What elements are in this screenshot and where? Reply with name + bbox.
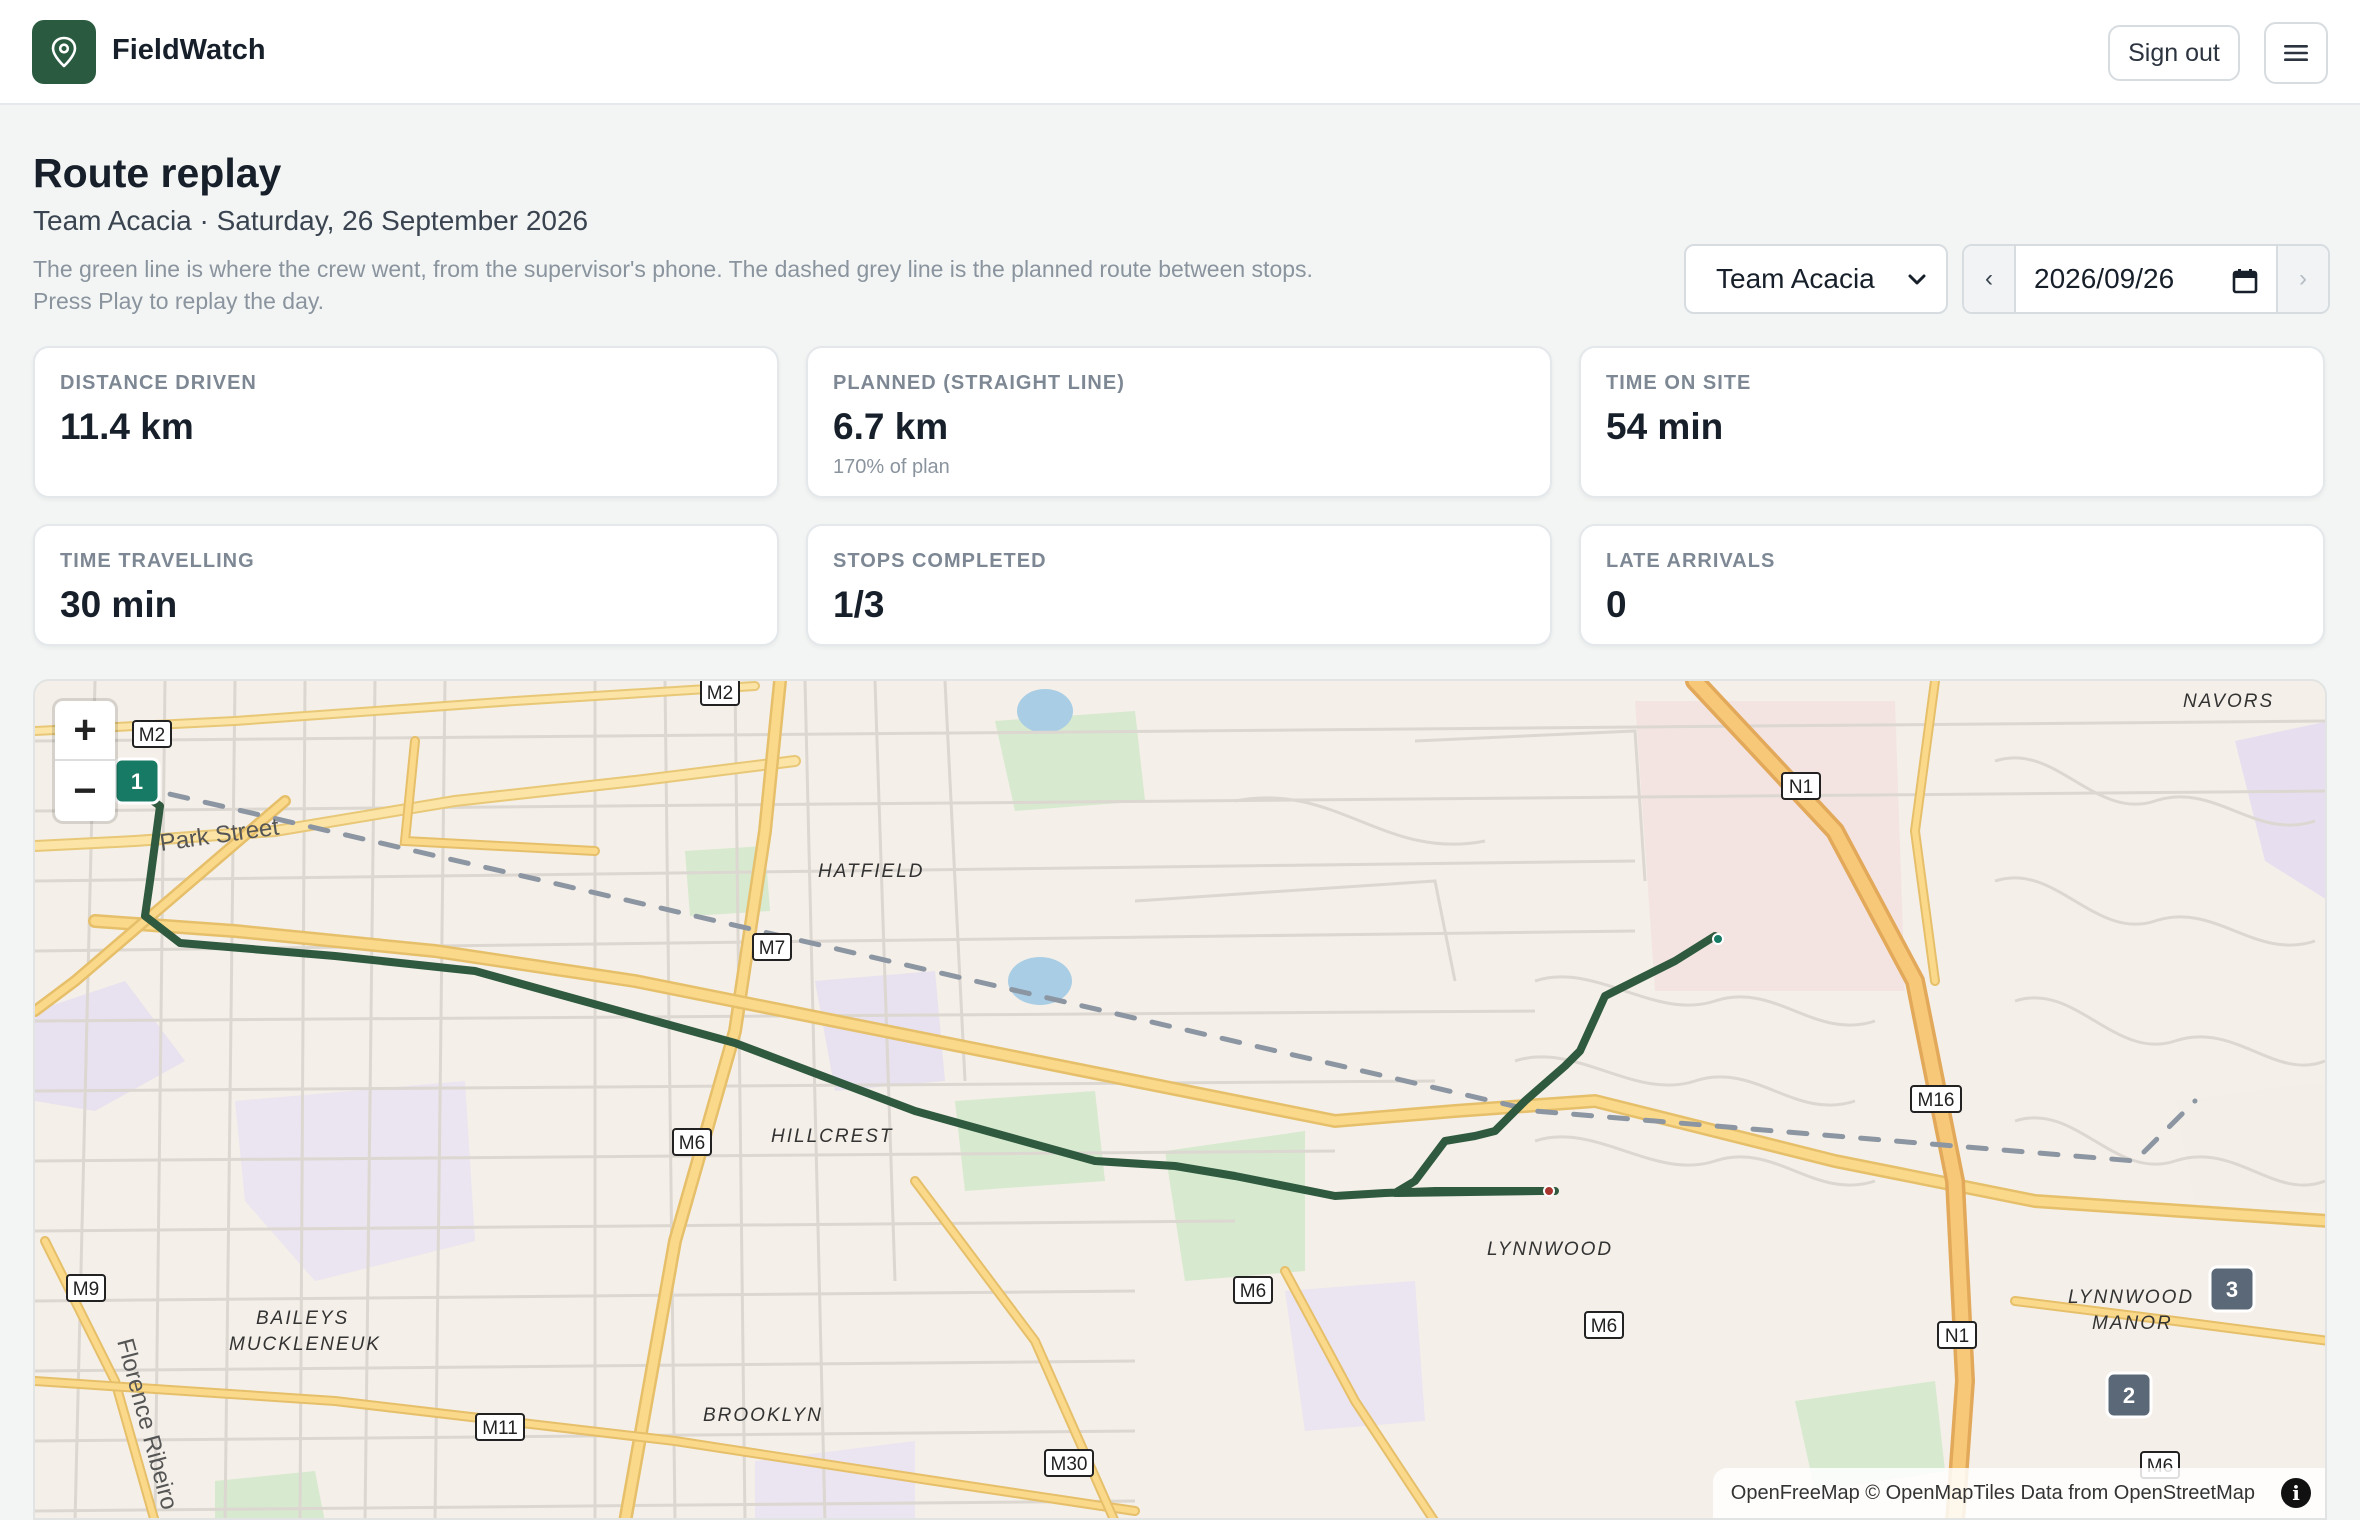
road-shield-label: N1 — [1945, 1326, 1969, 1347]
next-day-button[interactable]: › — [2276, 246, 2328, 312]
hamburger-icon — [2284, 45, 2308, 61]
road-shield: M11 — [475, 1413, 525, 1441]
zoom-out-button[interactable]: − — [55, 761, 115, 821]
road-shield: M6 — [672, 1128, 712, 1156]
stat-card-time-travelling: Time travelling 30 min — [33, 524, 779, 646]
stat-value: 0 — [1606, 584, 1627, 625]
stat-label: Late arrivals — [1606, 550, 1776, 572]
stat-label: Time on site — [1606, 372, 1752, 394]
road-shield: M30 — [1044, 1449, 1094, 1477]
zoom-in-button[interactable]: + — [55, 701, 115, 761]
road-shield: M7 — [752, 933, 792, 961]
calendar-icon[interactable] — [2232, 268, 2258, 294]
road-shield: M6 — [1584, 1311, 1624, 1339]
date-input-value: 2026/09/26 — [2034, 263, 2175, 294]
road-shield: N1 — [1781, 772, 1821, 800]
sign-out-button[interactable]: Sign out — [2108, 25, 2240, 81]
date-picker-group: ‹ 2026/09/26 › — [1962, 244, 2330, 314]
area-label: LYNNWOOD — [2068, 1287, 2194, 1308]
area-label: MANOR — [2092, 1313, 2173, 1334]
stat-card-time-on-site: Time on site 54 min — [1579, 346, 2325, 498]
page-subtitle: Team Acacia · Saturday, 26 September 202… — [33, 205, 589, 236]
road-shield-label: M9 — [73, 1279, 99, 1300]
road-shield-label: M30 — [1051, 1454, 1088, 1475]
road-shield-label: M2 — [707, 683, 733, 704]
stat-label: Time travelling — [60, 550, 255, 572]
stop-marker-label: 3 — [2226, 1277, 2238, 1302]
map-attribution: OpenFreeMap © OpenMapTiles Data from Ope… — [1712, 1468, 2325, 1518]
stop-marker-3[interactable]: 3 — [2208, 1265, 2256, 1313]
road-shield: M2 — [700, 681, 740, 706]
info-icon[interactable]: i — [2281, 1478, 2311, 1508]
road-shield-label: M7 — [759, 938, 785, 959]
app-name: FieldWatch — [112, 34, 266, 66]
stop-marker-1[interactable]: 1 — [113, 757, 161, 805]
road-shield: N1 — [1937, 1321, 1977, 1349]
stat-value: 30 min — [60, 584, 178, 625]
stat-note: 170% of plan — [833, 456, 950, 478]
stat-card-stops-completed: Stops completed 1/3 — [806, 524, 1552, 646]
stat-value: 54 min — [1606, 406, 1724, 447]
chevron-down-icon — [1908, 274, 1926, 285]
stat-card-planned-distance: Planned (straight line) 6.7 km 170% of p… — [806, 346, 1552, 498]
route-end-dot — [1712, 933, 1724, 945]
stat-label: Planned (straight line) — [833, 372, 1125, 394]
stat-card-distance-driven: Distance driven 11.4 km — [33, 346, 779, 498]
stat-value: 1/3 — [833, 584, 885, 625]
road-shield-label: M2 — [139, 725, 165, 746]
date-input[interactable]: 2026/09/26 — [2016, 246, 2276, 312]
description-line: The green line is where the crew went, f… — [33, 256, 1313, 282]
stat-value: 11.4 km — [60, 406, 194, 447]
map-pin-icon — [51, 36, 77, 68]
stat-label: Distance driven — [60, 372, 257, 394]
area-label: HILLCREST — [771, 1126, 894, 1147]
road-shield: M6 — [1233, 1276, 1273, 1304]
attribution-text[interactable]: OpenFreeMap © OpenMapTiles Data from Ope… — [1731, 1482, 2255, 1505]
team-select[interactable]: Team Acacia — [1684, 244, 1948, 314]
road-shield: M9 — [66, 1274, 106, 1302]
previous-day-button[interactable]: ‹ — [1964, 246, 2016, 312]
route-current-dot — [1543, 1185, 1555, 1197]
area-label: NAVORS — [2183, 691, 2274, 712]
top-bar: FieldWatch Sign out — [0, 0, 2360, 105]
stat-label: Stops completed — [833, 550, 1047, 572]
road-shield-label: M6 — [1240, 1281, 1266, 1302]
zoom-control: + − — [55, 701, 115, 821]
area-label: BAILEYS — [256, 1308, 349, 1329]
road-shield-label: M6 — [1591, 1316, 1617, 1337]
area-label: HATFIELD — [818, 861, 924, 882]
stop-marker-label: 1 — [131, 769, 143, 794]
road-shield: M16 — [1910, 1085, 1962, 1113]
road-shield-label: N1 — [1789, 777, 1813, 798]
road-shield-label: M6 — [679, 1133, 705, 1154]
area-label: LYNNWOOD — [1487, 1239, 1613, 1260]
area-label: BROOKLYN — [703, 1405, 823, 1426]
team-select-value: Team Acacia — [1716, 263, 1875, 294]
logo[interactable] — [32, 20, 96, 84]
area-label: MUCKLENEUK — [229, 1334, 381, 1355]
stop-marker-2[interactable]: 2 — [2105, 1371, 2153, 1419]
page-description: The green line is where the crew went, f… — [33, 253, 1433, 317]
road-shield: M2 — [132, 720, 172, 748]
stat-value: 6.7 km — [833, 406, 949, 447]
road-shield-label: M16 — [1918, 1090, 1955, 1111]
description-line: Press Play to replay the day. — [33, 288, 325, 314]
route-map[interactable]: M2 M2 N1 M7 M16 M6 M6 M6 M9 M11 M30 N1 M… — [33, 679, 2327, 1520]
menu-button[interactable] — [2264, 22, 2328, 84]
road-shield-label: M11 — [482, 1418, 518, 1439]
page-title: Route replay — [33, 150, 282, 196]
map-canvas[interactable]: M2 M2 N1 M7 M16 M6 M6 M6 M9 M11 M30 N1 M… — [35, 681, 2327, 1520]
stat-card-late-arrivals: Late arrivals 0 — [1579, 524, 2325, 646]
stop-marker-label: 2 — [2123, 1383, 2135, 1408]
